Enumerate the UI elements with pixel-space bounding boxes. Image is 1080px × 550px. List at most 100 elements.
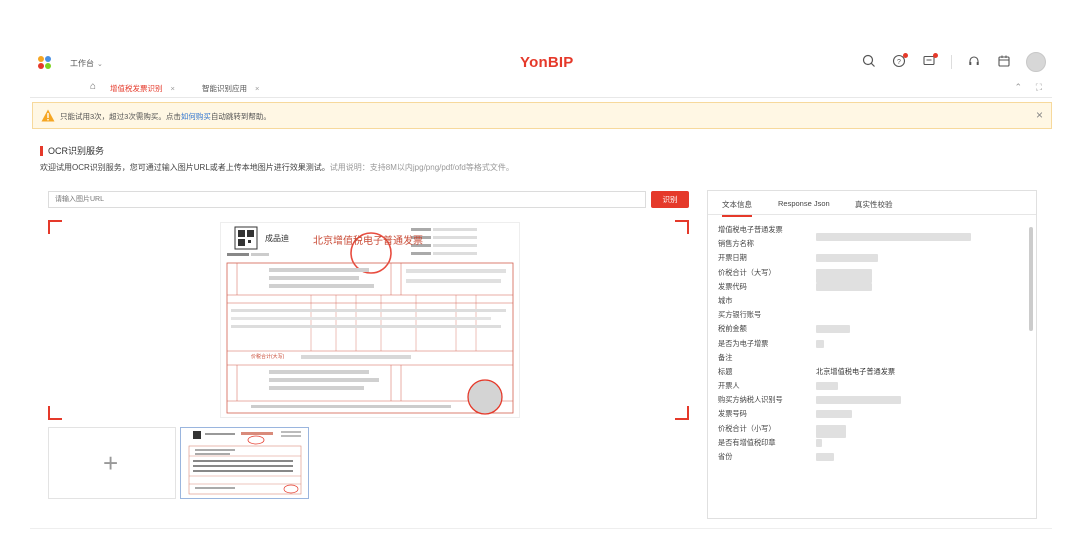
field-label: 是否为电子增票 [718,338,769,348]
tab-invoice-ocr[interactable]: 增值税发票识别 × [110,83,175,94]
search-icon[interactable] [861,54,877,70]
message-icon[interactable] [921,53,938,70]
description-text: 欢迎试用OCR识别服务，您可通过输入图片URL或者上传本地图片进行效果测试。 [40,163,330,172]
top-bar: 工作台 ⌄ YonBIP ? [30,48,1052,80]
field-label: 开票人 [718,381,740,391]
chevron-down-icon: ⌄ [97,61,103,68]
how-to-buy-link[interactable]: 如何购买 [181,112,211,121]
brand-logo: YonBIP [520,54,574,71]
field-row: 是否有增值税印章 [718,438,1018,452]
redacted-value [816,396,901,405]
field-label: 是否有增值税印章 [718,437,776,447]
upload-image-button[interactable]: + [48,427,176,499]
workspace-label: 工作台 [70,59,94,68]
field-row: 省份 [718,452,1018,466]
field-label: 发票代码 [718,281,747,291]
section-title-text: OCR识别服务 [48,146,104,156]
notification-dot [903,53,908,58]
field-label: 城市 [718,295,733,305]
redacted-value [816,282,872,291]
recognize-button[interactable]: 识别 [651,191,689,208]
field-label: 价税合计（小写） [718,423,776,433]
divider [951,55,952,69]
warning-icon [41,109,55,122]
redacted-value [816,325,850,334]
field-value: 北京增值税电子普通发票 [816,366,896,376]
field-row: 开票日期 [718,253,1018,267]
headset-icon[interactable] [966,54,982,70]
tab-label: 智能识别应用 [202,84,247,93]
tab-response-json[interactable]: Response Json [778,199,830,208]
field-label: 价税合计（大写） [718,267,776,277]
crop-corner [48,406,62,420]
redacted-value [816,233,971,242]
field-row: 城市 [718,296,1018,310]
svg-text:?: ? [897,59,901,66]
workspace-switcher[interactable]: 工作台 ⌄ [70,58,103,69]
tab-authenticity-check[interactable]: 真实性校验 [855,199,893,210]
home-icon[interactable]: ⌂ [90,81,96,92]
section-title: OCR识别服务 [40,144,104,157]
field-row: 是否为电子增票 [718,339,1018,353]
redacted-value [816,410,852,419]
trial-alert: 只能试用3次，超过3次需购买。点击如何购买自动跳转到帮助。 × [32,102,1052,129]
redacted-value [816,438,822,447]
result-panel: 文本信息 Response Json 真实性校验 增值税电子普通发票 销售方名称… [707,190,1037,519]
field-row: 发票号码 [718,409,1018,423]
tab-bar: ⌂ 增值税发票识别 × 智能识别应用 × ⌃ ⛶ [30,80,1052,98]
field-label: 购买方纳税人识别号 [718,395,783,405]
help-icon[interactable]: ? [891,53,908,70]
user-avatar[interactable] [1026,52,1046,72]
redacted-value [816,254,878,263]
scrollbar[interactable] [1029,227,1033,331]
image-preview: 成品迪 北京增值税电子普通发票 价税合计(大写) [48,220,689,420]
fullscreen-icon[interactable]: ⛶ [1036,82,1042,93]
invoice-thumbnail[interactable] [180,427,309,499]
alert-message: 只能试用3次，超过3次需购买。点击如何购买自动跳转到帮助。 [60,111,271,122]
field-label: 开票日期 [718,253,747,263]
invoice-image: 成品迪 北京增值税电子普通发票 价税合计(大写) [220,222,520,418]
crop-corner [675,406,689,420]
invoice-title: 北京增值税电子普通发票 [313,236,423,247]
field-label: 标题 [718,366,733,376]
field-row: 购买方纳税人识别号 [718,395,1018,409]
field-label: 备注 [718,352,733,362]
field-row: 发票代码 [718,282,1018,296]
redacted-value [816,268,872,283]
crop-corner [48,220,62,234]
image-url-input[interactable] [48,191,646,208]
invoice-seller-name: 成品迪 [265,234,289,243]
collapse-icon[interactable]: ⌃ [1014,82,1022,93]
field-row: 税前金额 [718,324,1018,338]
result-tabs: 文本信息 Response Json 真实性校验 [708,191,1036,217]
section-description: 欢迎试用OCR识别服务，您可通过输入图片URL或者上传本地图片进行效果测试。试用… [40,162,514,173]
field-label: 税前金额 [718,324,747,334]
redacted-value [816,424,846,438]
calendar-icon[interactable] [996,54,1012,70]
close-icon[interactable]: × [1036,108,1043,122]
field-row: 买方银行账号 [718,310,1018,324]
header-actions: ? [861,52,1046,72]
divider [30,528,1052,529]
field-row: 备注 [718,353,1018,367]
trial-note: 试用说明：支持8M以内jpg/png/pdf/ofd等格式文件。 [329,163,514,172]
field-row: 标题 北京增值税电子普通发票 [718,367,1018,381]
title-accent-bar [40,145,43,156]
alert-text-before: 只能试用3次，超过3次需购买。点击 [60,112,181,121]
field-row: 开票人 [718,381,1018,395]
redacted-value [816,339,824,348]
crop-corner [675,220,689,234]
tab-smart-recognition[interactable]: 智能识别应用 × [202,83,259,94]
close-icon[interactable]: × [171,84,175,93]
alert-text-after: 自动跳转到帮助。 [210,112,271,121]
field-list: 增值税电子普通发票 销售方名称 开票日期 价税合计（大写） 发票代码 城市 买方… [718,225,1018,466]
field-label: 买方银行账号 [718,310,762,320]
close-icon[interactable]: × [255,84,259,93]
invoice-total-label: 价税合计(大写) [251,354,285,360]
app-grid-logo-icon[interactable] [38,56,52,70]
field-label: 发票号码 [718,409,747,419]
notification-dot [933,53,938,58]
tab-text-info[interactable]: 文本信息 [722,199,752,217]
field-label: 省份 [718,452,733,461]
redacted-value [816,453,834,461]
